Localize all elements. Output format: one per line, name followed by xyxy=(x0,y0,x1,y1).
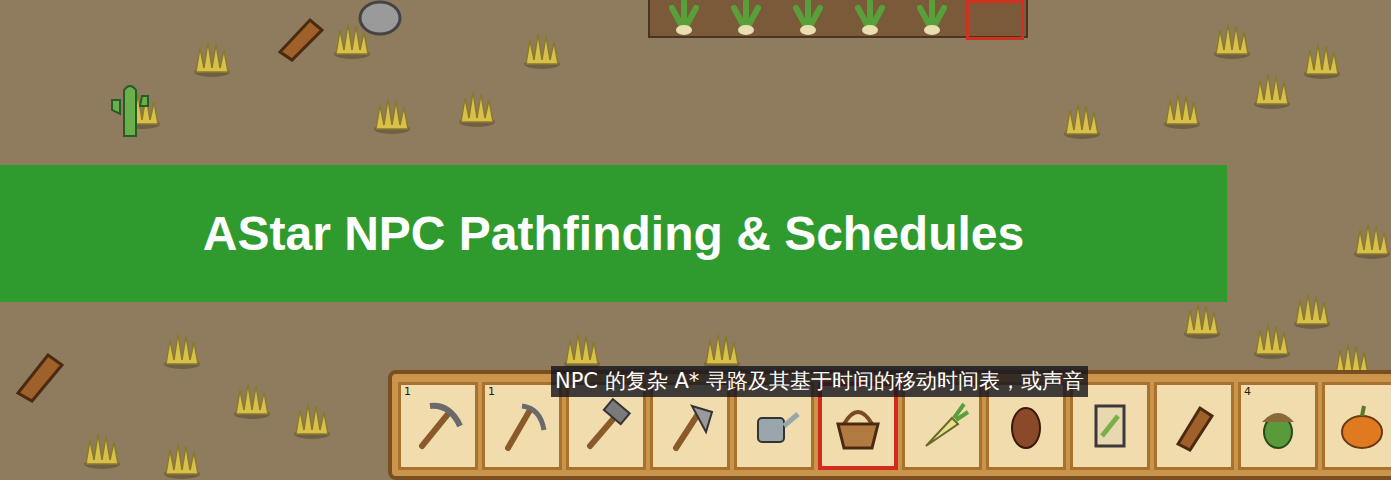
pickaxe-icon xyxy=(408,396,468,456)
scythe-icon xyxy=(492,396,552,456)
grass-tuft-icon xyxy=(1060,100,1104,140)
hotbar-slot[interactable] xyxy=(1322,382,1391,470)
game-scene: AStar NPC Pathfinding & Schedules 1 1 4 … xyxy=(0,0,1391,480)
cactus-icon xyxy=(100,80,160,140)
crop-icon xyxy=(654,0,714,36)
grass-tuft-icon xyxy=(190,38,234,78)
log-icon xyxy=(10,345,70,405)
pinecone-icon xyxy=(996,396,1056,456)
tile-cursor xyxy=(966,0,1024,40)
hammer-icon xyxy=(576,396,636,456)
slot-count: 4 xyxy=(1244,385,1251,398)
grass-tuft-icon xyxy=(520,30,564,70)
seed-packet-icon xyxy=(1080,396,1140,456)
grass-tuft-icon xyxy=(230,380,274,420)
video-subtitle: NPC 的复杂 A* 寻路及其基于时间的移动时间表，或声音 xyxy=(551,366,1088,397)
axe-icon xyxy=(660,396,720,456)
hotbar-slot[interactable] xyxy=(1154,382,1234,470)
grass-tuft-icon xyxy=(455,88,499,128)
crop-icon xyxy=(902,0,962,36)
crop-icon xyxy=(840,0,900,36)
hotbar-slot[interactable]: 1 xyxy=(482,382,562,470)
grass-tuft-icon xyxy=(160,440,204,480)
hotbar-slot[interactable]: 1 xyxy=(398,382,478,470)
grass-tuft-icon xyxy=(1180,300,1224,340)
slot-count: 1 xyxy=(404,385,411,398)
basket-icon xyxy=(828,396,888,456)
grass-tuft-icon xyxy=(1350,220,1391,260)
grass-tuft-icon xyxy=(1160,90,1204,130)
pumpkin-icon xyxy=(1332,396,1391,456)
grass-tuft-icon xyxy=(80,430,124,470)
grass-tuft-icon xyxy=(1300,40,1344,80)
grass-tuft-icon xyxy=(370,95,414,135)
crop-icon xyxy=(778,0,838,36)
log-icon xyxy=(270,12,330,62)
title-banner: AStar NPC Pathfinding & Schedules xyxy=(0,165,1227,302)
hotbar-slot[interactable]: 4 xyxy=(1238,382,1318,470)
crop-icon xyxy=(716,0,776,36)
grass-tuft-icon xyxy=(1250,320,1294,360)
grass-tuft-icon xyxy=(1210,20,1254,60)
grass-tuft-icon xyxy=(1290,290,1334,330)
parsnip-icon xyxy=(912,396,972,456)
watering-can-icon xyxy=(744,396,804,456)
grass-tuft-icon xyxy=(290,400,334,440)
crop-field xyxy=(648,0,1028,38)
wood-icon xyxy=(1164,396,1224,456)
acorn-icon xyxy=(1248,396,1308,456)
grass-tuft-icon xyxy=(1250,70,1294,110)
slot-count: 1 xyxy=(488,385,495,398)
grass-tuft-icon xyxy=(560,330,604,370)
banner-title: AStar NPC Pathfinding & Schedules xyxy=(203,206,1024,261)
grass-tuft-icon xyxy=(160,330,204,370)
grass-tuft-icon xyxy=(700,330,744,370)
rock-icon xyxy=(355,0,405,40)
